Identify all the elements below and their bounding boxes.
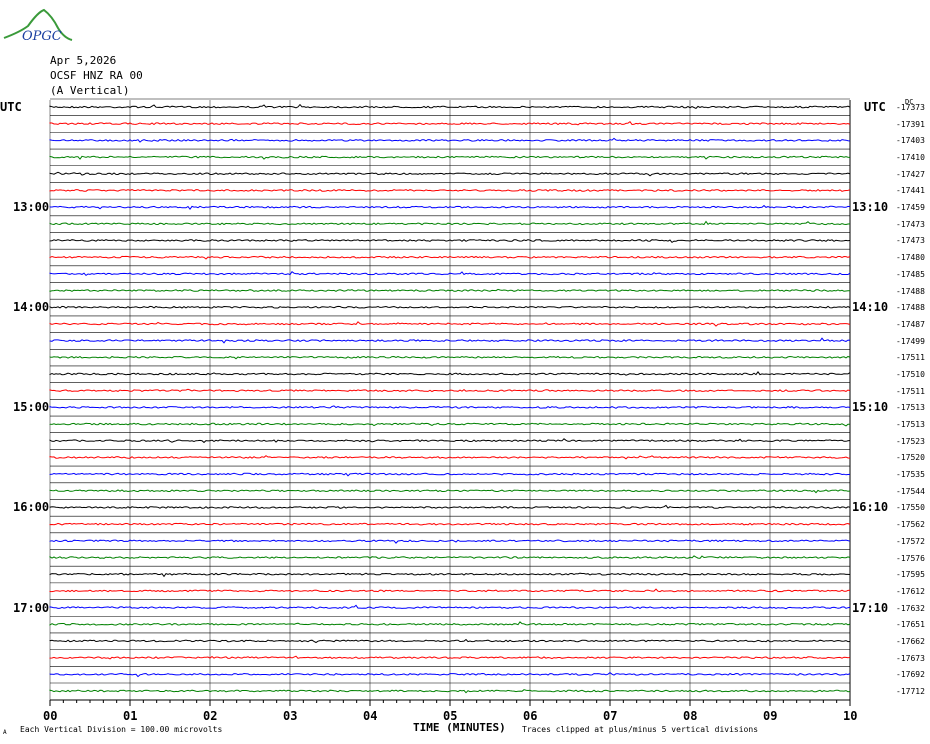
logo-mark: A	[3, 729, 7, 736]
helicorder-plot	[49, 98, 851, 706]
scale-text: Each Vertical Division = 100.00 microvol…	[20, 725, 223, 734]
clip-text: Traces clipped at plus/minus 5 vertical …	[522, 725, 759, 734]
x-axis-title: TIME (MINUTES)	[413, 721, 506, 734]
